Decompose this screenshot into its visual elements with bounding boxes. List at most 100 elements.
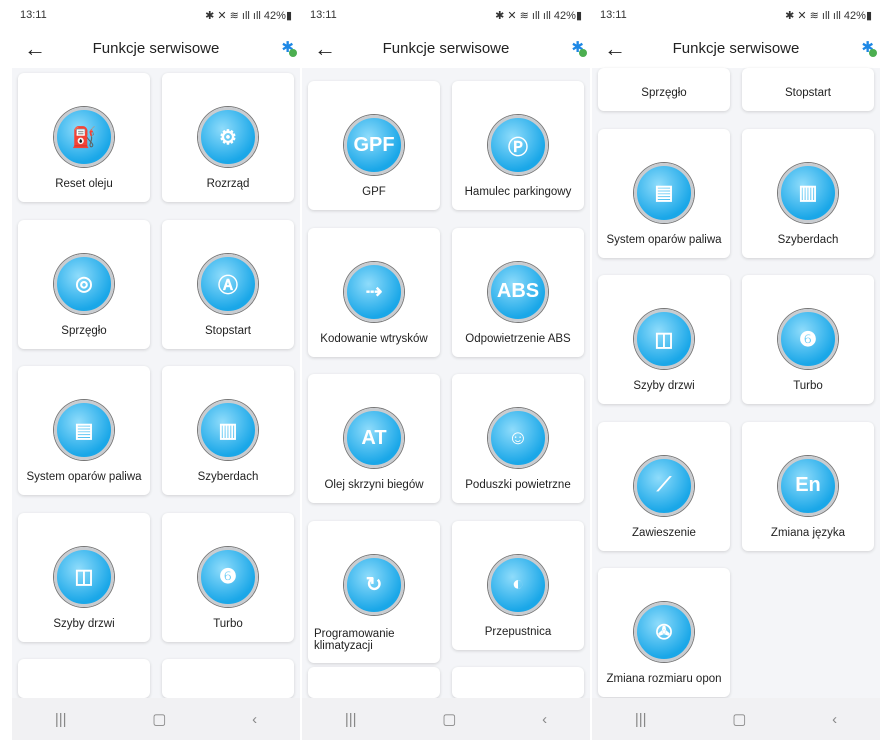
service-label: Zmiana rozmiaru opon — [606, 673, 722, 685]
home-button[interactable]: ▢ — [732, 710, 746, 728]
system-nav-bar: ||| ▢ ‹ — [592, 698, 880, 740]
service-tile[interactable]: ◐ Przepustnica — [452, 520, 584, 650]
service-grid: Sprzęgło Stopstart ▤ System oparów paliwa ▥ S… — [592, 68, 880, 698]
service-tile[interactable]: Sprzęgło — [598, 68, 730, 111]
service-label: Stopstart — [204, 324, 252, 337]
service-tile[interactable]: ❻ Turbo — [742, 275, 874, 404]
service-label: Sprzęgło — [61, 324, 107, 337]
service-icon: Ⓐ — [198, 253, 258, 314]
service-label: Turbo — [793, 380, 823, 392]
status-bar: 13:11 ✱ ✕ ≋ ıll ıll 42%▮ — [592, 0, 880, 32]
service-tile[interactable]: ↻ Programowanie klimatyzacji — [308, 520, 440, 663]
app-header: ← Funkcje serwisowe ✱ — [592, 32, 880, 68]
nav-back-button[interactable]: ‹ — [832, 711, 837, 728]
service-icon: ⛽ — [54, 107, 114, 167]
phone-screen-2: 13:11 ✱ ✕ ≋ ıll ıll 42%▮ ← Funkcje serwiso… — [302, 0, 590, 740]
service-tile[interactable]: Ⓐ Stopstart — [162, 219, 294, 349]
service-label: Odpowietrzenie ABS — [465, 332, 571, 345]
service-icon: ◐ — [488, 554, 548, 615]
home-button[interactable]: ▢ — [442, 710, 456, 728]
bluetooth-connected-icon[interactable]: ✱ — [281, 38, 297, 57]
service-tile[interactable]: Stopstart — [742, 68, 874, 111]
service-tile[interactable] — [452, 667, 584, 698]
service-icon: ◫ — [634, 309, 694, 369]
service-tile[interactable]: AT Olej skrzyni biegów — [308, 374, 440, 503]
service-tile[interactable] — [18, 659, 150, 698]
service-tile[interactable]: GPF GPF — [308, 81, 440, 210]
service-tile[interactable]: ⛽ Reset oleju — [18, 73, 150, 202]
service-tile[interactable]: ⚙ Rozrząd — [162, 73, 294, 202]
service-tile[interactable]: ABS Odpowietrzenie ABS — [452, 227, 584, 357]
service-tile[interactable]: ✇ Zmiana rozmiaru opon — [598, 568, 730, 697]
service-tile[interactable] — [308, 667, 440, 698]
service-tile[interactable]: ▤ System oparów paliwa — [598, 128, 730, 258]
service-label: Zmiana języka — [770, 526, 846, 539]
service-tile[interactable]: ▥ Szyberdach — [162, 366, 294, 495]
service-icon: ⇢ — [344, 261, 404, 322]
service-icon: ◫ — [54, 546, 114, 607]
service-icon: AT — [344, 408, 404, 468]
service-label: Szyberdach — [777, 233, 839, 246]
service-label: Zawieszenie — [632, 526, 696, 539]
service-tile[interactable]: En Zmiana języka — [742, 421, 874, 551]
service-icon: ▥ — [778, 162, 838, 223]
service-icon: ❻ — [198, 546, 258, 607]
service-icon: Ⓟ — [488, 115, 548, 175]
service-label: Programowanie klimatyzacji — [314, 627, 395, 652]
service-label: Kodowanie wtrysków — [320, 332, 428, 345]
service-icon: ⟋ — [634, 455, 694, 516]
service-icon: ABS — [488, 261, 548, 322]
service-tile[interactable]: ⟋ Zawieszenie — [598, 421, 730, 551]
service-tile[interactable]: ▥ Szyberdach — [742, 128, 874, 258]
status-bar: 13:11 ✱ ✕ ≋ ıll ıll 42%▮ — [12, 0, 300, 32]
recent-apps-button[interactable]: ||| — [345, 711, 357, 728]
service-label: Turbo — [213, 617, 243, 630]
service-tile[interactable]: ❻ Turbo — [162, 512, 294, 642]
service-icon: ✇ — [634, 602, 694, 662]
service-label: Olej skrzyni biegów — [324, 479, 424, 491]
service-label: Rozrząd — [206, 178, 250, 190]
service-label: GPF — [362, 186, 386, 198]
service-icon: GPF — [344, 115, 404, 175]
service-icon: En — [778, 455, 838, 516]
service-grid: GPF GPF Ⓟ Hamulec parkingowy ⇢ Kodowanie wtry… — [302, 68, 590, 698]
phone-screen-1: 13:11 ✱ ✕ ≋ ıll ıll 42%▮ ← Funkcje serwiso… — [12, 0, 300, 740]
service-tile[interactable]: ☺ Poduszki powietrzne — [452, 374, 584, 503]
service-icon: ▤ — [54, 400, 114, 460]
service-tile[interactable]: ⇢ Kodowanie wtrysków — [308, 227, 440, 357]
system-nav-bar: ||| ▢ ‹ — [12, 698, 300, 740]
app-header: ← Funkcje serwisowe ✱ — [302, 32, 590, 68]
nav-back-button[interactable]: ‹ — [542, 711, 547, 728]
bluetooth-connected-icon[interactable]: ✱ — [571, 38, 587, 57]
page-title: Funkcje serwisowe — [672, 40, 800, 57]
page-title: Funkcje serwisowe — [92, 40, 220, 57]
bluetooth-connected-icon[interactable]: ✱ — [861, 38, 877, 57]
service-tile[interactable]: ◎ Sprzęgło — [18, 219, 150, 349]
service-tile[interactable] — [162, 659, 294, 698]
recent-apps-button[interactable]: ||| — [635, 711, 647, 728]
service-label: Reset oleju — [55, 178, 113, 190]
service-icon: ◎ — [54, 253, 114, 314]
phone-screen-3: 13:11 ✱ ✕ ≋ ıll ıll 42%▮ ← Funkcje serwiso… — [592, 0, 880, 740]
page-title: Funkcje serwisowe — [382, 40, 510, 57]
service-tile[interactable]: ▤ System oparów paliwa — [18, 366, 150, 495]
service-label: Stopstart — [784, 87, 832, 99]
recent-apps-button[interactable]: ||| — [55, 711, 67, 728]
service-icon: ☺ — [488, 408, 548, 468]
service-label: Sprzęgło — [641, 87, 687, 99]
status-bar: 13:11 ✱ ✕ ≋ ıll ıll 42%▮ — [302, 0, 590, 32]
nav-back-button[interactable]: ‹ — [252, 711, 257, 728]
service-tile[interactable]: Ⓟ Hamulec parkingowy — [452, 81, 584, 210]
app-header: ← Funkcje serwisowe ✱ — [12, 32, 300, 68]
service-label: Przepustnica — [484, 625, 552, 638]
service-tile[interactable]: ◫ Szyby drzwi — [598, 275, 730, 404]
service-tile[interactable]: ◫ Szyby drzwi — [18, 512, 150, 642]
service-icon: ↻ — [344, 554, 404, 615]
home-button[interactable]: ▢ — [152, 710, 166, 728]
service-icon: ▤ — [634, 162, 694, 223]
system-nav-bar: ||| ▢ ‹ — [302, 698, 590, 740]
service-label: Szyby drzwi — [633, 380, 695, 392]
service-icon: ❻ — [778, 309, 838, 369]
service-icon: ▥ — [198, 400, 258, 460]
service-label: System oparów paliwa — [26, 471, 142, 483]
